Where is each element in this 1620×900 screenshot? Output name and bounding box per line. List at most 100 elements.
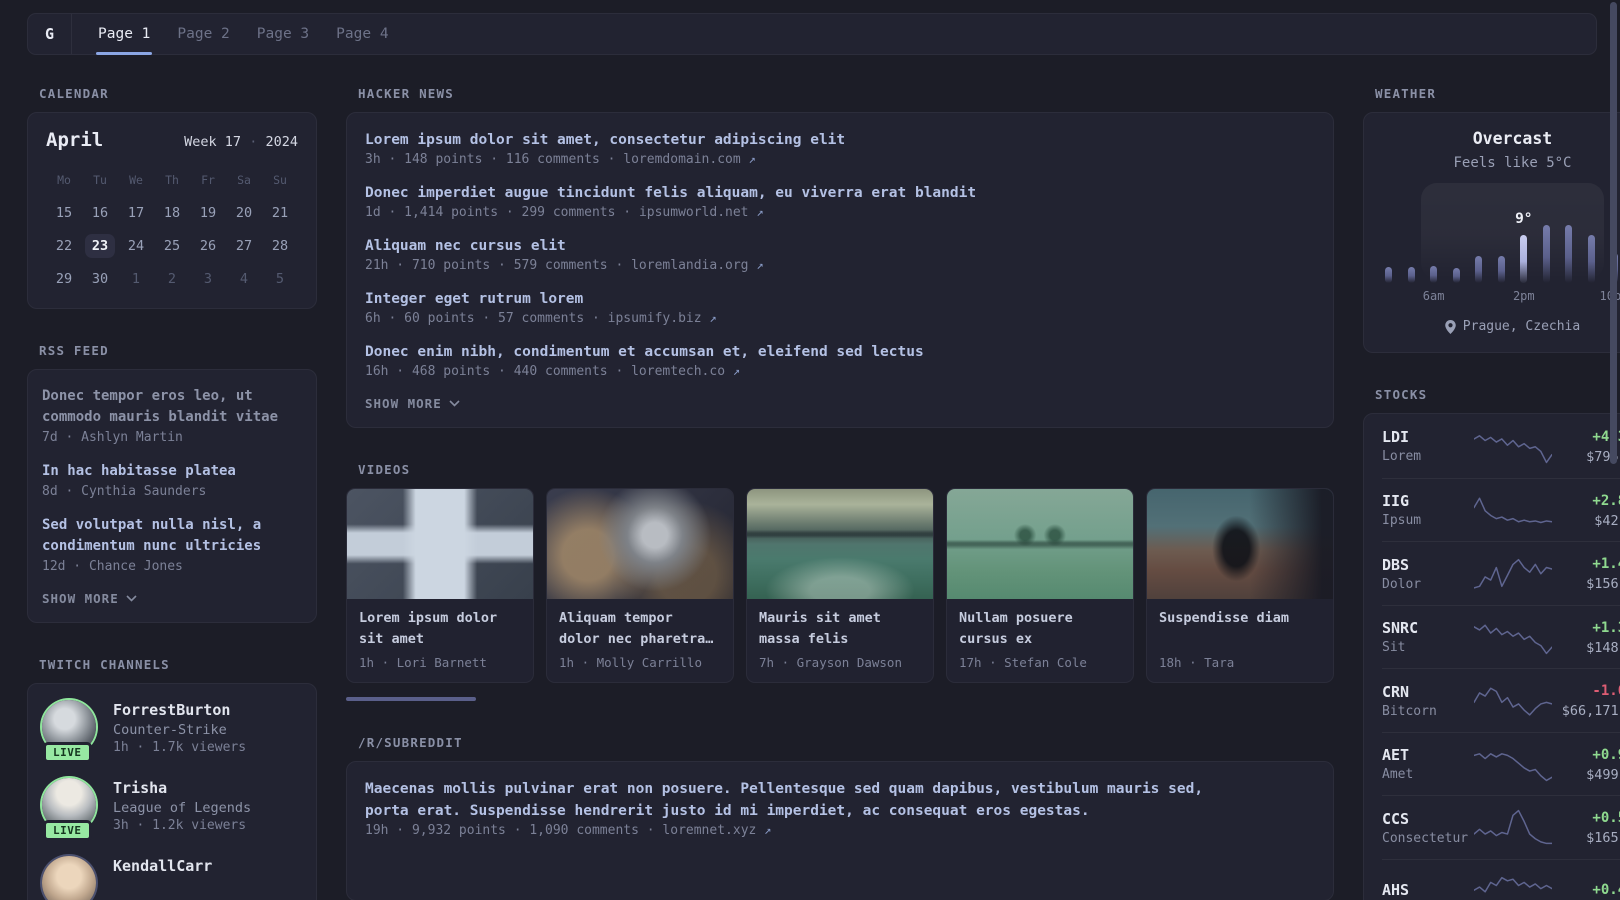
stock-change-percent: +0.92%: [1592, 746, 1620, 763]
stock-sparkline: [1474, 492, 1552, 528]
hackernews-item-title[interactable]: Donec enim nibh, condimentum et accumsan…: [365, 341, 1225, 363]
calendar-header: April Week 17 · 2024: [46, 129, 298, 151]
hackernews-item-domain[interactable]: loremtech.co: [631, 364, 725, 379]
video-title[interactable]: Lorem ipsum dolor sit amet consectetu…: [359, 608, 521, 650]
stock-row[interactable]: SNRC Sit +1.36% $148.64: [1382, 604, 1620, 669]
weather-chart: 9°: [1385, 183, 1620, 283]
stock-identity: LDI Lorem: [1382, 427, 1474, 464]
stock-row[interactable]: IIG Ipsum +2.84% $42.04: [1382, 477, 1620, 542]
stock-values: +0.46%: [1552, 880, 1620, 900]
calendar-day: 27: [226, 231, 262, 261]
rss-show-more-button[interactable]: SHOW MORE: [42, 591, 302, 606]
stock-change-percent: -1.00%: [1592, 683, 1620, 700]
video-meta: 17h · Stefan Cole: [959, 655, 1087, 670]
hackernews-item: Lorem ipsum dolor sit amet, consectetur …: [365, 129, 1315, 167]
hackernews-item-stats: 1d · 1,414 points · 299 comments ·: [365, 205, 632, 220]
reddit-post-title[interactable]: Maecenas mollis pulvinar erat non posuer…: [365, 778, 1225, 822]
rss-item-title[interactable]: Donec tempor eros leo, ut commodo mauris…: [42, 386, 302, 428]
page-tab[interactable]: Page 2: [177, 14, 229, 54]
stock-row[interactable]: AHS +0.46%: [1382, 858, 1620, 900]
reddit-post-domain[interactable]: loremnet.xyz: [662, 823, 756, 838]
video-title[interactable]: Suspendisse diam: [1159, 608, 1321, 650]
rss-item-title[interactable]: Sed volutpat nulla nisl, a condimentum n…: [42, 515, 302, 557]
stock-row[interactable]: CRN Bitcorn -1.00% $66,171.48: [1382, 668, 1620, 732]
hackernews-item-title[interactable]: Lorem ipsum dolor sit amet, consectetur …: [365, 129, 1225, 151]
external-link-icon: ↗: [732, 364, 741, 378]
hackernews-item-domain[interactable]: ipsumworld.net: [639, 205, 749, 220]
rss-item-meta: 7d · Ashlyn Martin: [42, 430, 183, 445]
stock-symbol: IIG: [1382, 492, 1410, 511]
twitch-channel-name[interactable]: ForrestBurton: [113, 700, 246, 720]
page-scrollbar-thumb[interactable]: [1610, 2, 1617, 464]
section-label-videos: VIDEOS: [358, 462, 411, 477]
twitch-channel-row[interactable]: LIVE ForrestBurton Counter-Strike 1h · 1…: [42, 700, 302, 763]
stock-name: Ipsum: [1382, 513, 1422, 529]
page-tab[interactable]: Page 3: [257, 14, 309, 54]
video-card[interactable]: Lorem ipsum dolor sit amet consectetu… 1…: [346, 488, 534, 683]
stock-identity: CRN Bitcorn: [1382, 682, 1474, 719]
stock-row[interactable]: AET Amet +0.92% $499.72: [1382, 731, 1620, 796]
calendar-day-number: 28: [271, 238, 289, 254]
hackernews-item-title[interactable]: Donec imperdiet augue tincidunt felis al…: [365, 182, 1225, 204]
video-card-body: Nullam posuere cursus ex 17h · Stefan Co…: [947, 599, 1133, 682]
calendar-day-number: 29: [55, 271, 73, 287]
video-card-body: Suspendisse diam 18h · Tara: [1147, 599, 1333, 682]
video-title[interactable]: Nullam posuere cursus ex: [959, 608, 1121, 650]
hackernews-item-domain[interactable]: loremlandia.org: [631, 258, 748, 273]
hackernews-item: Donec imperdiet augue tincidunt felis al…: [365, 182, 1315, 220]
page-tab[interactable]: Page 4: [336, 14, 388, 54]
weather-card: Overcast Feels like 5°C 9° 6am2pm10pm Pr…: [1363, 112, 1620, 353]
app-logo[interactable]: G: [28, 14, 72, 54]
stocks-section: STOCKS LDI Lorem +4.35% $795.18 IIG Ipsu…: [1363, 387, 1620, 900]
page-tabs: Page 1 Page 2 Page 3 Page 4: [72, 14, 415, 55]
twitch-section: TWITCH CHANNELS LIVE ForrestBurton Count…: [27, 657, 317, 900]
stock-price: $499.72: [1586, 766, 1620, 783]
videos-scrollbar-thumb[interactable]: [346, 697, 476, 701]
weather-temperature-bar: [1542, 225, 1550, 283]
stock-row[interactable]: CCS Consectetur +0.51% $165.84: [1382, 795, 1620, 859]
video-card[interactable]: Nullam posuere cursus ex 17h · Stefan Co…: [946, 488, 1134, 683]
video-card[interactable]: Mauris sit amet massa felis 7h · Grayson…: [746, 488, 934, 683]
page-tab[interactable]: Page 1: [95, 14, 153, 55]
rss-item: Donec tempor eros leo, ut commodo mauris…: [42, 386, 302, 445]
hackernews-item-domain[interactable]: loremdomain.com: [623, 152, 740, 167]
external-link-icon: ↗: [764, 823, 772, 837]
twitch-channel-name[interactable]: KendallCarr: [113, 856, 212, 876]
video-title[interactable]: Aliquam tempor dolor nec pharetra…: [559, 608, 721, 650]
weather-temperature-bar: [1497, 256, 1505, 283]
twitch-channel-row[interactable]: LIVE Trisha League of Legends 3h · 1.2k …: [42, 778, 302, 841]
calendar-day-number: 16: [91, 205, 109, 221]
calendar-day-number: 2: [167, 271, 177, 287]
video-title[interactable]: Mauris sit amet massa felis: [759, 608, 921, 650]
reddit-post: Maecenas mollis pulvinar erat non posuer…: [365, 778, 1315, 838]
weather-peak-temperature: 9°: [1515, 211, 1533, 227]
video-card[interactable]: Aliquam tempor dolor nec pharetra… 1h · …: [546, 488, 734, 683]
video-card[interactable]: Suspendisse diam 18h · Tara: [1146, 488, 1334, 683]
stock-identity: IIG Ipsum: [1382, 491, 1474, 528]
calendar-day: 1: [118, 264, 154, 294]
weather-temperature-bar: [1385, 267, 1392, 283]
calendar-day: 20: [226, 198, 262, 228]
videos-section: VIDEOS Lorem ipsum dolor sit amet consec…: [346, 462, 1334, 701]
twitch-channel-name[interactable]: Trisha: [113, 778, 251, 798]
hackernews-show-more-button[interactable]: SHOW MORE: [365, 396, 1315, 411]
hackernews-item-stats: 21h · 710 points · 579 comments ·: [365, 258, 624, 273]
calendar-day-number: 30: [91, 271, 109, 287]
stock-symbol: LDI: [1382, 428, 1410, 447]
calendar-month: April: [46, 129, 104, 151]
twitch-channel-meta: 3h · 1.2k viewers: [113, 818, 247, 833]
stock-price: $66,171.48: [1561, 703, 1620, 720]
rss-item-title[interactable]: In hac habitasse platea: [42, 461, 302, 482]
hackernews-item-title[interactable]: Integer eget rutrum lorem: [365, 288, 1225, 310]
video-thumbnail: [747, 489, 933, 599]
hackernews-item-title[interactable]: Aliquam nec cursus elit: [365, 235, 1225, 257]
calendar-day: 23: [82, 231, 118, 261]
stock-symbol: CRN: [1382, 682, 1410, 701]
rss-item: Sed volutpat nulla nisl, a condimentum n…: [42, 515, 302, 574]
stock-row[interactable]: DBS Dolor +1.42% $156.28: [1382, 541, 1620, 605]
twitch-channel-row[interactable]: KendallCarr: [42, 856, 302, 900]
rss-card: Donec tempor eros leo, ut commodo mauris…: [27, 369, 317, 623]
stock-row[interactable]: LDI Lorem +4.35% $795.18: [1382, 414, 1620, 478]
hackernews-item-domain[interactable]: ipsumify.biz: [608, 311, 702, 326]
calendar-day: 26: [190, 231, 226, 261]
